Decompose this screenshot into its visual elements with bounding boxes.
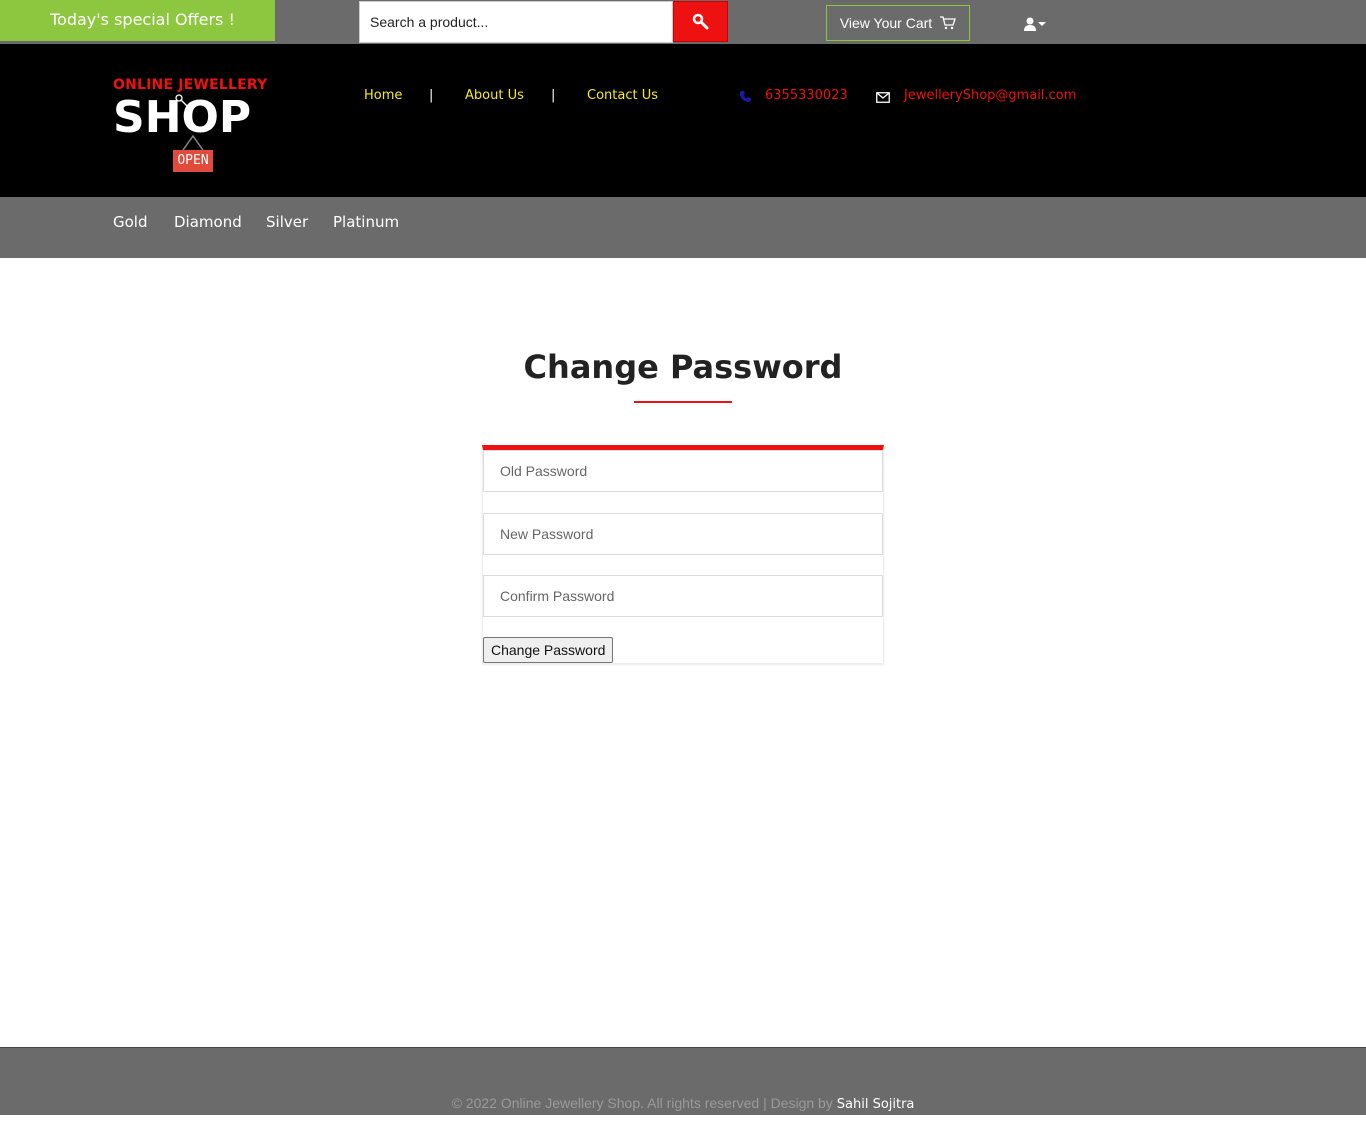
user-menu-dropdown[interactable]	[1024, 15, 1050, 33]
copyright-text: © 2022 Online Jewellery Shop. All rights…	[451, 1095, 833, 1111]
change-password-button[interactable]: Change Password	[483, 637, 614, 663]
nav-home-link[interactable]: Home	[364, 88, 402, 103]
site-footer: © 2022 Online Jewellery Shop. All rights…	[0, 1047, 1366, 1115]
user-icon	[1024, 17, 1036, 31]
search-input[interactable]	[359, 1, 673, 43]
open-sign: OPEN	[173, 150, 213, 172]
key-icon	[175, 94, 189, 108]
special-offers-link[interactable]: Today's special Offers !	[0, 0, 275, 41]
category-silver[interactable]: Silver	[266, 213, 308, 231]
envelope-icon	[876, 92, 890, 103]
nav-separator: |	[551, 88, 556, 103]
search-button[interactable]	[673, 1, 728, 42]
category-platinum[interactable]: Platinum	[333, 213, 399, 231]
change-password-form: Change Password	[482, 445, 884, 664]
view-cart-label: View Your Cart	[839, 15, 933, 31]
contact-phone[interactable]: 6355330023	[765, 88, 848, 103]
author-link[interactable]: Sahil Sojitra	[837, 1097, 915, 1112]
shop-logo[interactable]: ONLINE JEWELLERY SHOP OPEN	[113, 74, 273, 179]
site-header: ONLINE JEWELLERY SHOP OPEN Home | About …	[0, 44, 1366, 197]
nav-contact-link[interactable]: Contact Us	[587, 88, 658, 103]
top-bar: Today's special Offers ! View Your Cart	[0, 0, 1366, 44]
old-password-field[interactable]	[483, 450, 883, 492]
category-nav: Gold Diamond Silver Platinum	[0, 197, 1366, 258]
confirm-password-field[interactable]	[483, 575, 883, 617]
nav-separator: |	[429, 88, 434, 103]
category-diamond[interactable]: Diamond	[174, 213, 242, 231]
cart-icon	[940, 16, 957, 30]
search-icon	[692, 13, 708, 29]
page-title: Change Password	[523, 348, 843, 386]
nav-about-link[interactable]: About Us	[465, 88, 524, 103]
footer-copyright: © 2022 Online Jewellery Shop. All rights…	[0, 1095, 1366, 1112]
title-underline	[634, 401, 732, 403]
contact-email[interactable]: JewelleryShop@gmail.com	[904, 88, 1076, 103]
view-cart-button[interactable]: View Your Cart	[826, 5, 970, 41]
chevron-down-icon	[1038, 22, 1046, 26]
phone-icon	[740, 91, 751, 102]
category-gold[interactable]: Gold	[113, 213, 148, 231]
new-password-field[interactable]	[483, 513, 883, 555]
sign-hanger-icon	[182, 134, 204, 150]
logo-top-text: ONLINE JEWELLERY	[113, 77, 268, 93]
